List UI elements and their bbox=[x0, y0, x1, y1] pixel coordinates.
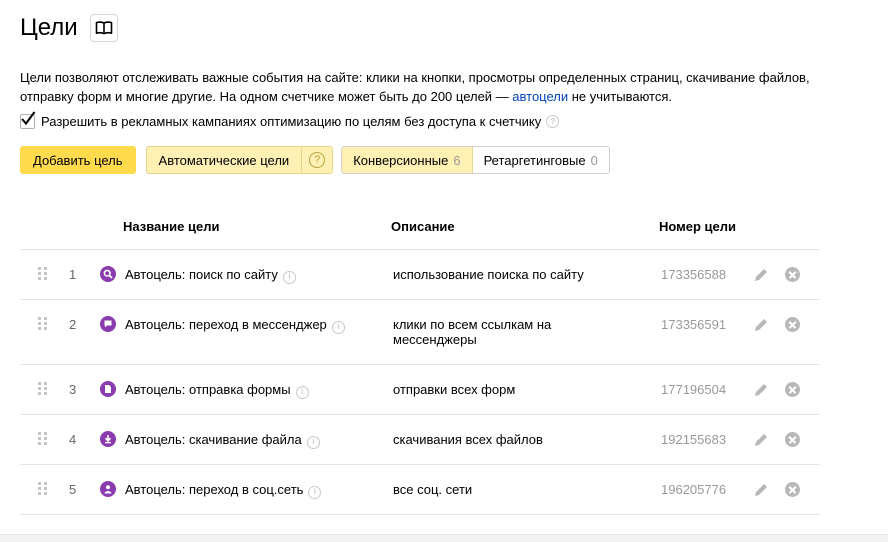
checkmark-icon bbox=[21, 111, 36, 126]
book-icon bbox=[95, 21, 113, 35]
delete-icon[interactable] bbox=[785, 382, 800, 397]
goal-name: Автоцель: переход в соц.сеть i bbox=[125, 482, 322, 499]
column-header-description: Описание bbox=[391, 219, 455, 234]
info-icon[interactable]: i bbox=[331, 320, 345, 334]
goals-toolbar: Добавить цель Автоматические цели ? Конв… bbox=[20, 146, 610, 174]
goal-name-text: Автоцель: переход в мессенджер bbox=[125, 317, 327, 332]
auto-goals-help-button[interactable]: ? bbox=[301, 147, 332, 173]
row-number: 4 bbox=[69, 432, 77, 447]
goal-description: клики по всем ссылкам на мессенджеры bbox=[393, 317, 552, 347]
add-goal-button[interactable]: Добавить цель bbox=[20, 146, 136, 174]
pencil-icon[interactable] bbox=[753, 382, 769, 398]
delete-icon[interactable] bbox=[785, 317, 800, 332]
goal-description: отправки всех форм bbox=[393, 382, 516, 397]
help-book-button[interactable] bbox=[89, 14, 118, 42]
row-number: 1 bbox=[69, 267, 77, 282]
goal-type-tabs: Конверсионные 6 Ретаргетинговые 0 bbox=[341, 146, 610, 174]
delete-icon[interactable] bbox=[785, 267, 800, 282]
drag-handle-icon[interactable] bbox=[38, 267, 48, 281]
description-line-2-end: не учитываются. bbox=[568, 89, 673, 104]
delete-icon[interactable] bbox=[785, 482, 800, 497]
goal-name-text: Автоцель: переход в соц.сеть bbox=[125, 482, 304, 497]
auto-goals-button-group: Автоматические цели ? bbox=[145, 146, 334, 174]
goals-page: Цели Цели позволяют отслеживать важные с… bbox=[0, 0, 888, 542]
download-icon bbox=[100, 431, 116, 447]
search-icon bbox=[100, 266, 116, 282]
table-row: 2 Автоцель: переход в мессенджер i клики … bbox=[20, 300, 820, 365]
tab-label: Ретаргетинговые bbox=[483, 152, 586, 168]
title-row: Цели bbox=[20, 14, 118, 42]
goal-id: 173356591 bbox=[661, 317, 727, 332]
auto-goals-button[interactable]: Автоматические цели bbox=[147, 147, 302, 173]
drag-handle-icon[interactable] bbox=[38, 482, 48, 496]
autogoals-link[interactable]: автоцели bbox=[512, 89, 568, 104]
delete-icon[interactable] bbox=[785, 432, 800, 447]
goal-name: Автоцель: отправка формы i bbox=[125, 382, 309, 399]
tab-count: 6 bbox=[453, 152, 461, 168]
table-row: 5 Автоцель: переход в соц.сеть i все соц.… bbox=[20, 465, 820, 515]
pencil-icon[interactable] bbox=[753, 267, 769, 283]
description-line-1: Цели позволяют отслеживать важные событи… bbox=[20, 70, 810, 85]
goal-name-text: Автоцель: поиск по сайту bbox=[125, 267, 278, 282]
pencil-icon[interactable] bbox=[753, 482, 769, 498]
goal-name: Автоцель: поиск по сайту i bbox=[125, 267, 296, 284]
column-header-id: Номер цели bbox=[659, 219, 737, 234]
question-icon: ? bbox=[309, 152, 326, 168]
page-title: Цели bbox=[20, 14, 78, 41]
row-number: 5 bbox=[69, 482, 77, 497]
goal-name: Автоцель: скачивание файла i bbox=[125, 432, 320, 449]
optimization-option: Разрешить в рекламных кампаниях оптимиза… bbox=[20, 111, 560, 129]
drag-handle-icon[interactable] bbox=[38, 317, 48, 331]
document-icon bbox=[100, 381, 116, 397]
drag-handle-icon[interactable] bbox=[38, 382, 48, 396]
info-icon[interactable]: i bbox=[306, 435, 320, 449]
goal-id: 173356588 bbox=[661, 267, 727, 282]
chat-icon bbox=[100, 316, 116, 332]
tab-conversion[interactable]: Конверсионные 6 bbox=[342, 147, 473, 173]
goals-description: Цели позволяют отслеживать важные событи… bbox=[20, 68, 840, 106]
tab-label: Конверсионные bbox=[353, 152, 449, 168]
row-number: 3 bbox=[69, 382, 77, 397]
question-icon[interactable]: ? bbox=[546, 115, 560, 128]
drag-handle-icon[interactable] bbox=[38, 432, 48, 446]
column-header-name: Название цели bbox=[123, 219, 220, 234]
goal-description: все соц. сети bbox=[393, 482, 473, 497]
goal-name-text: Автоцель: отправка формы bbox=[125, 382, 291, 397]
pencil-icon[interactable] bbox=[753, 317, 769, 333]
user-icon bbox=[100, 481, 116, 497]
goal-name-text: Автоцель: скачивание файла bbox=[125, 432, 302, 447]
row-number: 2 bbox=[69, 317, 77, 332]
tab-retargeting[interactable]: Ретаргетинговые 0 bbox=[473, 147, 609, 173]
goal-name: Автоцель: переход в мессенджер i bbox=[125, 317, 345, 334]
pencil-icon[interactable] bbox=[753, 432, 769, 448]
goal-description: скачивания всех файлов bbox=[393, 432, 543, 447]
info-icon[interactable]: i bbox=[295, 385, 309, 399]
optimization-label[interactable]: Разрешить в рекламных кампаниях оптимиза… bbox=[41, 114, 541, 129]
goal-id: 192155683 bbox=[661, 432, 727, 447]
table-row: 4 Автоцель: скачивание файла i скачивания… bbox=[20, 415, 820, 465]
optimization-checkbox[interactable] bbox=[20, 111, 36, 129]
info-icon[interactable]: i bbox=[282, 270, 296, 284]
table-row: 1 Автоцель: поиск по сайту i использовани… bbox=[20, 250, 820, 300]
table-row: 3 Автоцель: отправка формы i отправки все… bbox=[20, 365, 820, 415]
description-line-2-start: отправку форм и многие другие. На одном … bbox=[20, 89, 513, 104]
table-header: Название цели Описание Номер цели bbox=[20, 212, 820, 250]
goal-description: использование поиска по сайту bbox=[393, 267, 584, 282]
goal-id: 196205776 bbox=[661, 482, 727, 497]
goal-id: 177196504 bbox=[661, 382, 727, 397]
info-icon[interactable]: i bbox=[308, 485, 322, 499]
tab-count: 0 bbox=[590, 152, 598, 168]
